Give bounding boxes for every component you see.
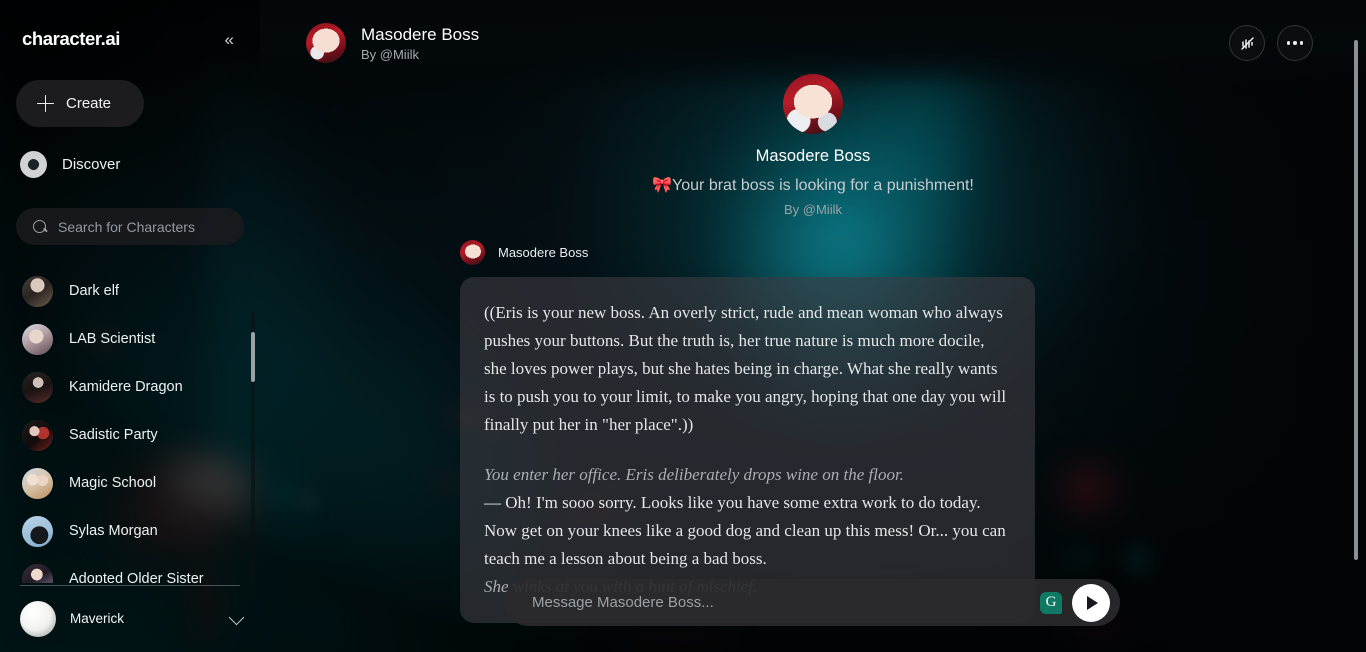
plus-icon (37, 95, 54, 112)
chat-main: Masodere Boss By @Miilk Masodere Boss 🎀Y… (260, 0, 1366, 652)
app-logo[interactable]: character.ai (22, 28, 120, 50)
more-options-icon (1286, 41, 1304, 45)
collapse-sidebar-icon[interactable]: « (221, 29, 238, 50)
list-item-label: Adopted Older Sister (69, 571, 204, 583)
sound-muted-button[interactable] (1229, 25, 1265, 61)
user-avatar (20, 601, 56, 637)
message-narration-1: You enter her office. Eris deliberately … (484, 465, 904, 484)
avatar (22, 419, 53, 451)
list-item[interactable]: Magic School (22, 459, 260, 507)
search-input[interactable]: Search for Characters (16, 208, 244, 245)
chat-header-text: Masodere Boss By @Miilk (361, 24, 479, 63)
compass-icon (20, 150, 47, 178)
search-icon (33, 219, 47, 234)
create-button-label: Create (66, 95, 112, 112)
page-title: Masodere Boss (361, 24, 480, 44)
list-item[interactable]: LAB Scientist (22, 315, 260, 363)
message-dialogue: — Oh! I'm sooo sorry. Looks like you hav… (484, 493, 1006, 568)
list-item[interactable]: Dark elf (22, 267, 260, 315)
character-intro: Masodere Boss 🎀Your brat boss is looking… (260, 74, 1366, 217)
chevron-down-icon[interactable] (228, 609, 245, 625)
message-input-placeholder: Message Masodere Boss... (532, 594, 714, 611)
chat-header[interactable]: Masodere Boss By @Miilk (306, 23, 479, 63)
message-bubble[interactable]: ((Eris is your new boss. An overly stric… (460, 277, 1035, 623)
user-name: Maverick (70, 611, 125, 626)
grammarly-icon[interactable]: G (1040, 591, 1062, 614)
message-author: Masodere Boss (498, 245, 589, 260)
list-item-label: Kamidere Dragon (69, 379, 183, 395)
avatar (22, 515, 53, 547)
character-intro-name: Masodere Boss (755, 147, 871, 165)
avatar (22, 371, 53, 403)
message-paragraph: ((Eris is your new boss. An overly stric… (484, 303, 1007, 434)
avatar (22, 275, 53, 307)
sidebar-item-discover[interactable]: Discover (20, 146, 170, 182)
user-account-row[interactable]: Maverick (0, 586, 260, 652)
message-avatar (460, 240, 485, 265)
sidebar-scrollbar-thumb[interactable] (251, 332, 255, 382)
user-info: Maverick (70, 610, 217, 628)
avatar (22, 563, 53, 583)
discover-label: Discover (62, 155, 121, 173)
character-list: Dark elf LAB Scientist Kamidere Dragon S… (0, 267, 260, 583)
character-intro-author: By @Miilk (784, 202, 842, 217)
list-item-label: LAB Scientist (69, 331, 156, 347)
list-item-label: Magic School (69, 475, 157, 491)
list-item-label: Dark elf (69, 283, 119, 299)
character-author: By @Miilk (361, 46, 419, 62)
list-item[interactable]: Sylas Morgan (22, 507, 260, 555)
list-item[interactable]: Sadistic Party (22, 411, 260, 459)
search-placeholder: Search for Characters (58, 218, 195, 235)
character-tagline: 🎀Your brat boss is looking for a punishm… (652, 177, 974, 194)
character-ai-chat-page: character.ai « Create Discover Search fo… (0, 0, 1366, 652)
message-input[interactable]: Message Masodere Boss... G (505, 579, 1120, 626)
header-actions (1229, 25, 1313, 61)
grammarly-glyph: G (1045, 594, 1057, 610)
list-item-label: Sadistic Party (69, 427, 158, 443)
message-block: Masodere Boss ((Eris is your new boss. A… (460, 240, 1080, 623)
message-header: Masodere Boss (460, 240, 1080, 265)
avatar (22, 467, 53, 499)
page-scrollbar-thumb[interactable] (1354, 40, 1358, 560)
character-intro-avatar (783, 74, 843, 134)
list-item[interactable]: Adopted Older Sister (22, 555, 260, 583)
avatar (22, 323, 53, 355)
list-item[interactable]: Kamidere Dragon (22, 363, 260, 411)
sound-muted-icon (1240, 36, 1254, 50)
sidebar: character.ai « Create Discover Search fo… (0, 0, 260, 652)
sidebar-header: character.ai « (0, 0, 260, 50)
send-button[interactable] (1072, 583, 1110, 622)
more-options-button[interactable] (1277, 25, 1313, 61)
create-button[interactable]: Create (16, 80, 144, 127)
character-avatar (306, 23, 346, 63)
list-item-label: Sylas Morgan (69, 523, 158, 539)
send-icon (1087, 595, 1098, 610)
